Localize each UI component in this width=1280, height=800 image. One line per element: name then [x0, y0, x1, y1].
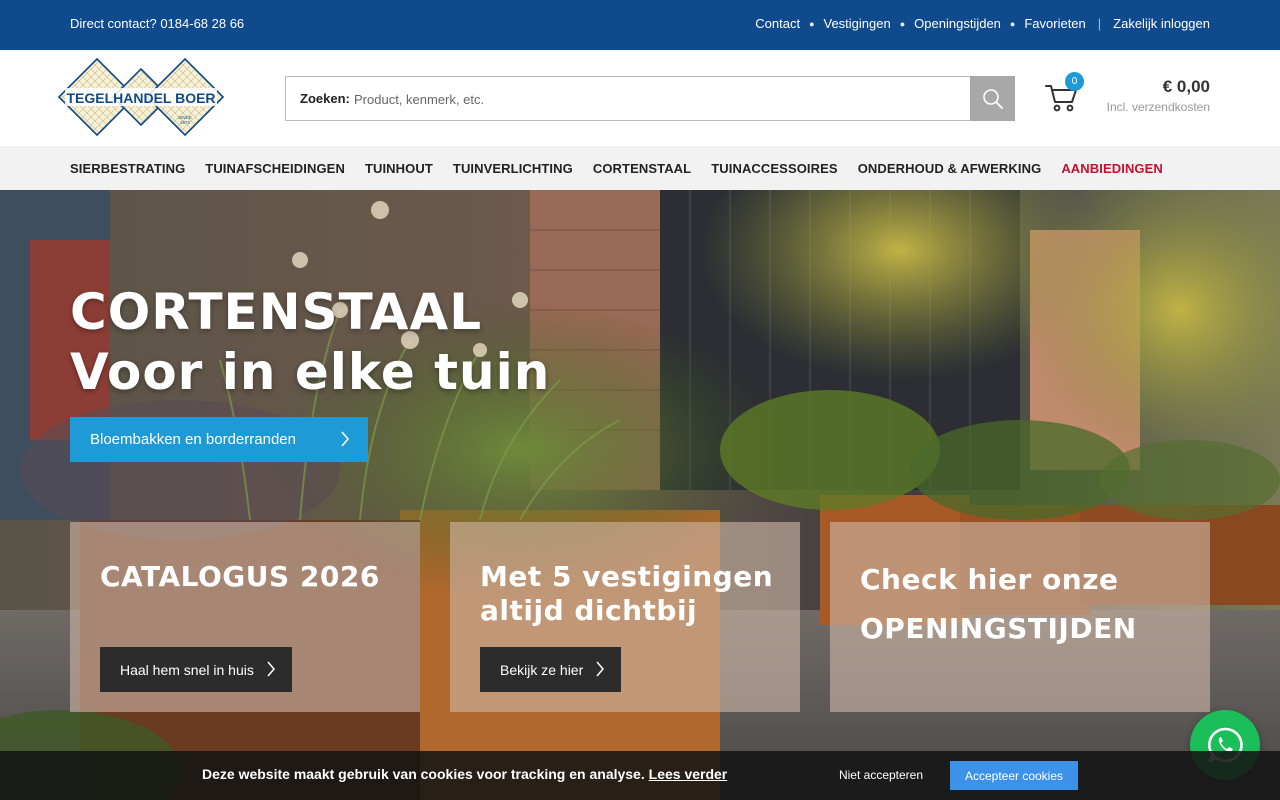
hero-title: CORTENSTAAL Voor in elke tuin [70, 282, 550, 402]
hero-banner: CORTENSTAAL Voor in elke tuin Bloembakke… [0, 190, 1280, 800]
logo[interactable]: TEGELHANDEL BOER SINCE 1972 [55, 57, 227, 139]
main-nav: SIERBESTRATING TUINAFSCHEIDINGEN TUINHOU… [0, 146, 1280, 190]
card-catalogus-button-label: Haal hem snel in huis [120, 661, 254, 678]
nav-item-onderhoud-afwerking[interactable]: ONDERHOUD & AFWERKING [858, 161, 1042, 176]
card-openingstijden[interactable]: Check hier onze OPENINGSTIJDEN [830, 522, 1210, 712]
search-bar: Zoeken: [285, 76, 1015, 121]
cookie-accept-button[interactable]: Accepteer cookies [950, 761, 1078, 790]
nav-item-tuinverlichting[interactable]: TUINVERLICHTING [453, 161, 573, 176]
chevron-right-icon [267, 661, 275, 677]
svg-text:1972: 1972 [180, 120, 191, 125]
cart-summary[interactable]: € 0,00 Incl. verzendkosten [1107, 77, 1210, 114]
hero-cta-button[interactable]: Bloembakken en borderranden [70, 417, 368, 462]
nav-item-aanbiedingen[interactable]: AANBIEDINGEN [1061, 161, 1163, 176]
cart-count-badge: 0 [1065, 72, 1084, 91]
card-catalogus[interactable]: CATALOGUS 2026 Haal hem snel in huis [70, 522, 420, 712]
dot-separator: ● [1009, 18, 1016, 29]
dot-separator: ● [809, 18, 815, 29]
shipping-note: Incl. verzendkosten [1106, 100, 1210, 114]
nav-item-tuinhout[interactable]: TUINHOUT [365, 161, 433, 176]
logo-graphic: TEGELHANDEL BOER SINCE 1972 [57, 57, 225, 137]
card-vestigingen-title-line2: altijd dichtbij [480, 594, 698, 627]
search-icon [982, 88, 1003, 109]
hero-cta-label: Bloembakken en borderranden [90, 431, 296, 448]
cart-button[interactable]: 0 [1044, 72, 1088, 118]
hero-title-line1: CORTENSTAAL [70, 283, 483, 341]
card-vestigingen-button[interactable]: Bekijk ze hier [480, 647, 622, 692]
search-label: Zoeken: [300, 91, 350, 106]
card-openingstijden-title: Check hier onze OPENINGSTIJDEN [860, 555, 1137, 653]
cookie-banner: Deze website maakt gebruik van cookies v… [0, 751, 1280, 800]
card-vestigingen[interactable]: Met 5 vestigingen altijd dichtbij Bekijk… [450, 522, 800, 712]
top-link-favorieten[interactable]: Favorieten [1024, 16, 1085, 31]
hero-title-line2: Voor in elke tuin [70, 343, 551, 401]
card-openingstijden-title-line2: OPENINGSTIJDEN [860, 612, 1137, 645]
chevron-right-icon [596, 661, 605, 677]
card-catalogus-title: CATALOGUS 2026 [100, 560, 380, 593]
nav-item-tuinafscheidingen[interactable]: TUINAFSCHEIDINGEN [205, 161, 345, 176]
chevron-right-icon [341, 431, 349, 447]
cookie-read-more-link[interactable]: Lees verder [649, 766, 728, 782]
pipe-separator: | [1097, 16, 1102, 31]
business-login-link[interactable]: Zakelijk inloggen [1113, 16, 1210, 31]
card-vestigingen-button-label: Bekijk ze hier [500, 661, 584, 678]
nav-item-sierbestrating[interactable]: SIERBESTRATING [70, 161, 185, 176]
top-link-vestigingen[interactable]: Vestigingen [824, 16, 891, 31]
search-input[interactable] [354, 85, 954, 113]
cookie-decline-button[interactable]: Niet accepteren [826, 768, 936, 782]
cart-amount: € 0,00 [1162, 77, 1210, 96]
top-link-openingstijden[interactable]: Openingstijden [914, 16, 1001, 31]
top-links: Contact ● Vestigingen ● Openingstijden ●… [755, 16, 1210, 31]
nav-item-cortenstaal[interactable]: CORTENSTAAL [593, 161, 691, 176]
nav-item-tuinaccessoires[interactable]: TUINACCESSOIRES [711, 161, 837, 176]
dot-separator: ● [899, 18, 906, 29]
card-vestigingen-title: Met 5 vestigingen altijd dichtbij [480, 560, 773, 628]
card-vestigingen-title-line1: Met 5 vestigingen [480, 560, 774, 593]
cookie-message-text: Deze website maakt gebruik van cookies v… [202, 766, 645, 782]
top-link-contact[interactable]: Contact [755, 16, 800, 31]
header: TEGELHANDEL BOER SINCE 1972 Zoeken: 0 € … [0, 50, 1280, 146]
direct-contact-phone[interactable]: Direct contact? 0184-68 28 66 [70, 16, 244, 31]
search-button[interactable] [970, 76, 1015, 121]
top-bar: Direct contact? 0184-68 28 66 Contact ● … [0, 0, 1280, 50]
cookie-message: Deze website maakt gebruik van cookies v… [202, 766, 727, 782]
card-catalogus-button[interactable]: Haal hem snel in huis [100, 647, 292, 692]
svg-text:TEGELHANDEL BOER: TEGELHANDEL BOER [66, 90, 215, 106]
card-openingstijden-title-line1: Check hier onze [860, 563, 1119, 596]
